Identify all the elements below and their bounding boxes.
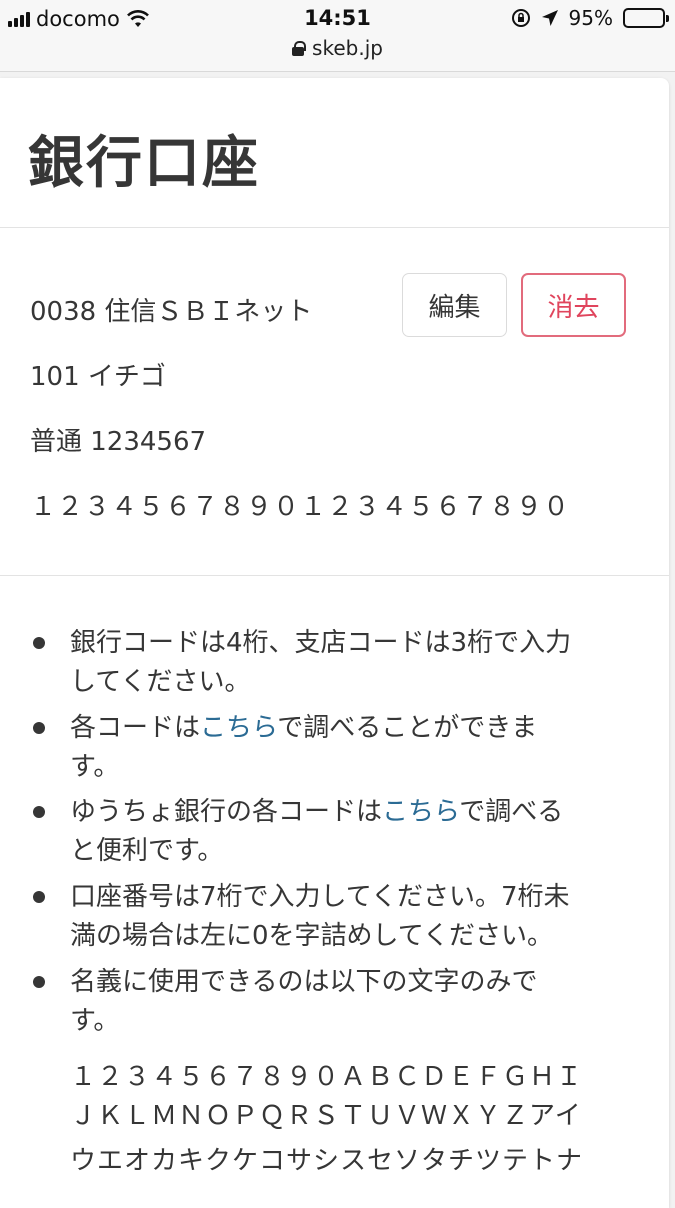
delete-button[interactable]: 消去 (521, 273, 626, 337)
allowed-chars-line: ＪＫＬＭＮＯＰＱＲＳＴＵＶＷＸＹＺアイ (70, 1101, 582, 1131)
url-text[interactable]: skeb.jp (312, 36, 383, 60)
list-item: 銀行コードは4桁、支店コードは3桁で入力 してください。 (70, 628, 572, 697)
location-arrow-icon (541, 10, 558, 26)
list-item: 各コードはこちらで調べることができま す。 (70, 713, 538, 782)
code-lookup-link[interactable]: こちら (200, 713, 277, 743)
page-title: 銀行口座 (28, 131, 260, 196)
bullet-icon (33, 722, 45, 734)
status-bar: docomo 14:51 95% skeb.jp (0, 0, 675, 72)
bullet-icon (33, 806, 45, 818)
list-item: ゆうちょ銀行の各コードはこちらで調べる と便利です。 (70, 797, 564, 866)
account-holder: １２３４５６７８９０１２３４５６７８９０ (30, 492, 571, 522)
allowed-chars-line: １２３４５６７８９０ＡＢＣＤＥＦＧＨＩ (70, 1062, 584, 1092)
bullet-icon (33, 891, 45, 903)
address-bar[interactable]: skeb.jp (0, 36, 675, 60)
allowed-chars-line: ウエオカキクケコサシスセソタチツテトナ (70, 1146, 584, 1176)
bank-name: 0038 住信ＳＢＩネット (30, 297, 313, 327)
list-item: 名義に使用できるのは以下の文字のみで す。 (70, 967, 538, 1036)
yucho-code-link[interactable]: こちら (382, 797, 459, 827)
lock-icon (292, 41, 307, 56)
branch-name: 101 イチゴ (30, 362, 166, 392)
bullet-icon (33, 976, 45, 988)
bullet-icon (33, 637, 45, 649)
list-item: 口座番号は7桁で入力してください。7桁未 満の場合は左に0を字詰めしてください。 (70, 882, 570, 951)
battery-percent: 95% (568, 6, 613, 30)
card-header: 銀行口座 (0, 78, 669, 228)
account-number: 普通 1234567 (30, 427, 207, 457)
edit-button[interactable]: 編集 (402, 273, 507, 337)
battery-icon (623, 8, 669, 28)
rotation-lock-icon (511, 9, 530, 27)
